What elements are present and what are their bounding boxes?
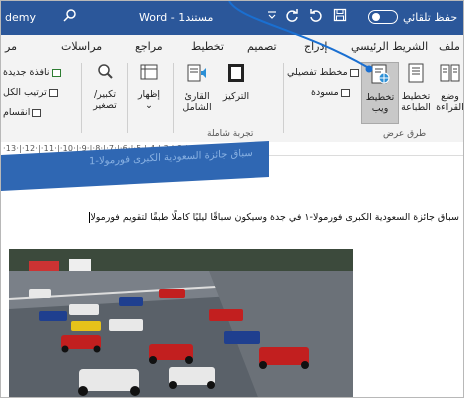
new-window-button[interactable]: نافذة جديدة — [3, 67, 61, 78]
race-cars-image — [9, 249, 353, 397]
draft-button[interactable]: مسودة — [311, 87, 350, 98]
undo-icon[interactable] — [307, 8, 325, 26]
print-layout-button[interactable]: تخطيط الطباعة — [397, 62, 435, 124]
new-window-label: نافذة جديدة — [3, 67, 50, 78]
arrange-all-button[interactable]: ترتيب الكل — [3, 87, 58, 98]
document-page[interactable]: سباق جائزة السعودية الكبرى فورمولا-1 سبا… — [1, 140, 463, 397]
new-window-icon — [51, 68, 61, 77]
show-icon — [140, 64, 158, 80]
read-mode-button[interactable]: وضع القراءة — [431, 62, 464, 124]
paragraph-text: سباق جائزة السعودية الكبرى فورمولا-١ في … — [90, 212, 459, 223]
separator — [173, 63, 174, 133]
zoom-label: تكبير/ تصغير — [93, 89, 117, 111]
account-name: demy — [5, 11, 36, 24]
web-layout-label: تخطيط ويب — [365, 92, 395, 114]
zoom-button[interactable]: تكبير/ تصغير — [85, 62, 125, 124]
outline-label: مخطط تفصيلي — [287, 67, 348, 78]
tab-mailings[interactable]: مراسلات — [61, 40, 102, 53]
separator — [127, 63, 128, 133]
toggle-knob — [372, 13, 380, 21]
split-label: انقسام — [3, 107, 31, 118]
tab-file[interactable]: ملف — [439, 40, 460, 53]
ribbon-tabs: ملف الشريط الرئيسي إدراج تصميم تخطيط مرا… — [1, 35, 463, 60]
save-icon[interactable] — [331, 8, 349, 26]
arrange-all-icon — [48, 88, 58, 97]
views-group-label: طرق عرض — [383, 129, 427, 139]
focus-icon — [228, 64, 244, 82]
tab-references[interactable]: مراجع — [135, 40, 163, 53]
draft-icon — [340, 88, 350, 97]
autosave-toggle[interactable] — [368, 10, 398, 24]
tab-design[interactable]: تصميم — [247, 40, 277, 53]
immersive-reader-button[interactable]: القارئ الشامل — [177, 62, 217, 124]
separator — [81, 63, 82, 133]
chevron-down-icon[interactable] — [263, 8, 281, 26]
tab-home[interactable]: الشريط الرئيسي — [351, 40, 428, 53]
tab-layout[interactable]: تخطيط — [191, 40, 224, 53]
autosave-label: حفظ تلقائي — [403, 11, 458, 24]
banner-text: سباق جائزة السعودية الكبرى فورمولا-1 — [89, 147, 253, 168]
split-button[interactable]: انقسام — [3, 107, 42, 118]
tab-review[interactable]: مر — [5, 40, 17, 53]
app-title: Word - مستند1 — [139, 11, 214, 24]
split-icon — [32, 108, 42, 117]
web-layout-icon — [371, 64, 390, 84]
title-bar: demy Word - مستند1 حفظ تلقائي — [1, 1, 463, 35]
word-window: demy Word - مستند1 حفظ تلقائي ملف الشريط… — [0, 0, 464, 398]
show-label: إظهار — [137, 89, 161, 100]
chevron-down-icon: ⌄ — [145, 100, 153, 111]
focus-button[interactable]: التركيز — [218, 62, 254, 124]
outline-icon — [349, 68, 359, 77]
outline-button[interactable]: مخطط تفصيلي — [287, 67, 359, 78]
tab-insert[interactable]: إدراج — [304, 40, 327, 53]
separator — [283, 63, 284, 133]
immersive-group-label: تجربة شاملة — [207, 129, 254, 139]
print-layout-label: تخطيط الطباعة — [401, 91, 431, 113]
race-photo[interactable] — [9, 249, 353, 397]
document-paragraph[interactable]: سباق جائزة السعودية الكبرى فورمولا-١ في … — [89, 212, 459, 223]
read-mode-label: وضع القراءة — [436, 91, 464, 113]
ribbon-view: وضع القراءة تخطيط الطباعة تخطيط ويب مخطط… — [1, 59, 463, 143]
immersive-reader-label: القارئ الشامل — [182, 91, 212, 113]
immersive-reader-icon — [187, 64, 206, 82]
zoom-icon — [98, 64, 113, 79]
show-button[interactable]: إظهار ⌄ — [131, 62, 167, 124]
redo-icon[interactable] — [283, 8, 301, 26]
search-icon[interactable] — [61, 8, 79, 26]
draft-label: مسودة — [311, 87, 339, 98]
read-mode-icon — [440, 64, 460, 82]
print-layout-icon — [408, 63, 424, 83]
focus-label: التركيز — [222, 91, 250, 102]
web-layout-button[interactable]: تخطيط ويب — [361, 62, 399, 124]
arrange-all-label: ترتيب الكل — [3, 87, 47, 98]
